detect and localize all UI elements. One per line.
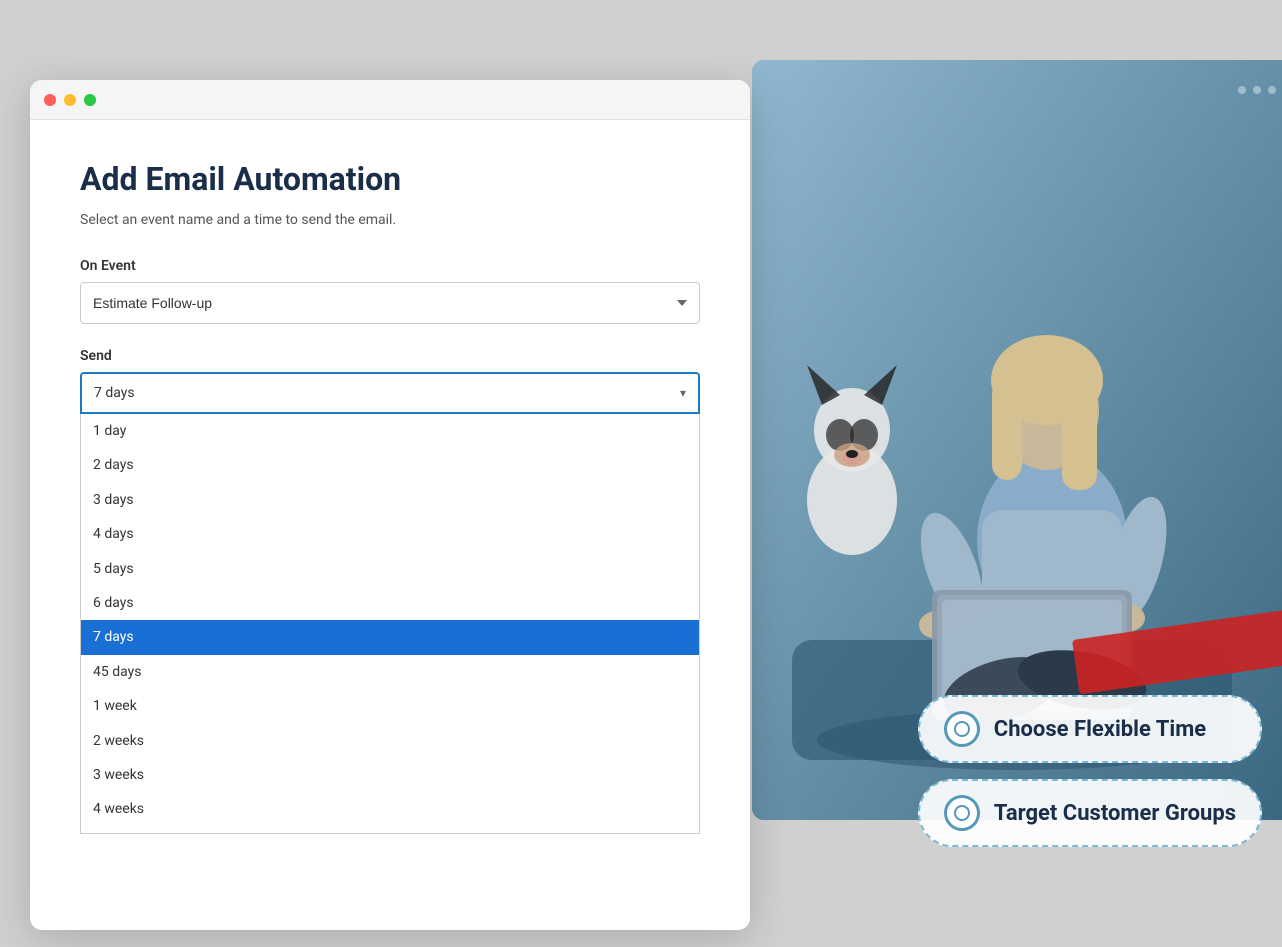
window-titlebar: [30, 80, 750, 120]
target-customers-label: Target Customer Groups: [994, 801, 1236, 826]
dropdown-item-3weeks[interactable]: 3 weeks: [81, 758, 699, 792]
send-current-value: 7 days: [94, 385, 135, 401]
traffic-light-red[interactable]: [44, 94, 56, 106]
dropdown-item-5days[interactable]: 5 days: [81, 552, 699, 586]
target-customers-icon: [944, 795, 980, 831]
flexible-time-icon: [944, 711, 980, 747]
send-select-display[interactable]: 7 days ▾: [80, 372, 700, 414]
page-subtitle: Select an event name and a time to send …: [80, 212, 700, 228]
feature-pill-flexible-time[interactable]: Choose Flexible Time: [918, 695, 1262, 763]
send-section: Send 7 days ▾ 1 day 2 days 3 days 4 days…: [80, 348, 700, 834]
dropdown-item-7days[interactable]: 7 days: [81, 620, 699, 654]
dropdown-item-4days[interactable]: 4 days: [81, 517, 699, 551]
flexible-time-label: Choose Flexible Time: [994, 717, 1206, 742]
send-label: Send: [80, 348, 700, 364]
target-customers-icon-inner: [954, 805, 970, 821]
traffic-light-green[interactable]: [84, 94, 96, 106]
window-content: Add Email Automation Select an event nam…: [30, 120, 750, 898]
dropdown-item-45days[interactable]: 45 days: [81, 655, 699, 689]
feature-pill-target-customers[interactable]: Target Customer Groups: [918, 779, 1262, 847]
send-select-wrapper: 7 days ▾ 1 day 2 days 3 days 4 days 5 da…: [80, 372, 700, 834]
on-event-section: On Event Estimate Follow-up Invoice Sent…: [80, 258, 700, 324]
app-window: Add Email Automation Select an event nam…: [30, 80, 750, 930]
dropdown-item-1day[interactable]: 1 day: [81, 414, 699, 448]
dropdown-item-2days[interactable]: 2 days: [81, 448, 699, 482]
dropdown-item-1week[interactable]: 1 week: [81, 689, 699, 723]
send-dropdown-list[interactable]: 1 day 2 days 3 days 4 days 5 days 6 days…: [80, 414, 700, 834]
dropdown-item-2weeks[interactable]: 2 weeks: [81, 724, 699, 758]
chevron-down-icon: ▾: [680, 386, 686, 400]
dropdown-item-6days[interactable]: 6 days: [81, 586, 699, 620]
dropdown-item-1month[interactable]: 1 month: [81, 827, 699, 834]
scene: Add Email Automation Select an event nam…: [0, 0, 1282, 947]
feature-pills: Choose Flexible Time Target Customer Gro…: [918, 695, 1262, 847]
page-title: Add Email Automation: [80, 160, 700, 198]
dropdown-item-4weeks[interactable]: 4 weeks: [81, 792, 699, 826]
dropdown-item-3days[interactable]: 3 days: [81, 483, 699, 517]
flexible-time-icon-inner: [954, 721, 970, 737]
traffic-light-yellow[interactable]: [64, 94, 76, 106]
on-event-select[interactable]: Estimate Follow-up Invoice Sent Job Comp…: [80, 282, 700, 324]
on-event-label: On Event: [80, 258, 700, 274]
